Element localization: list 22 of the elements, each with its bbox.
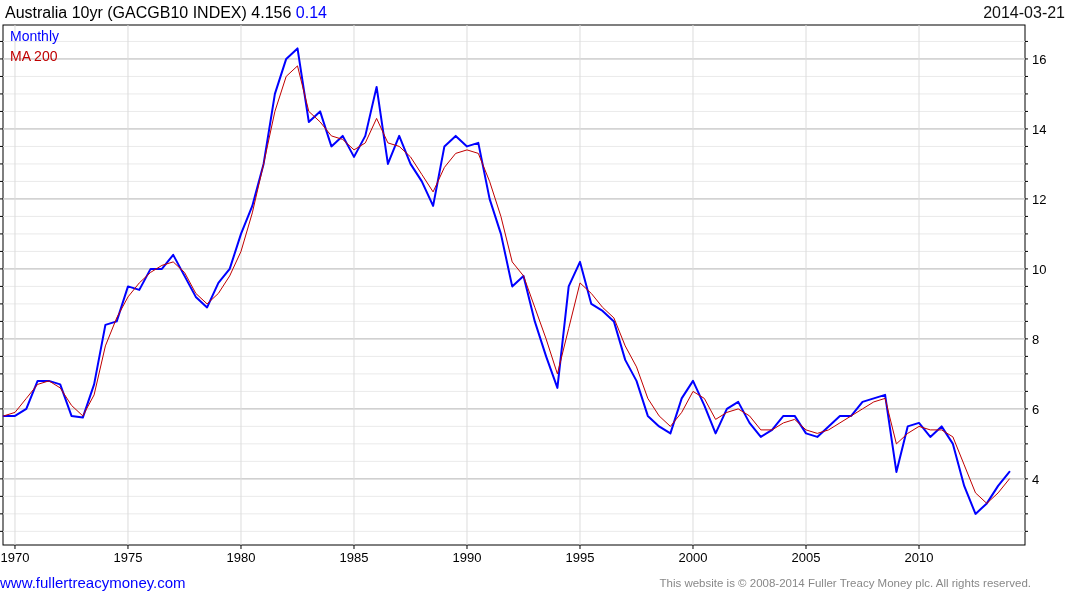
axis-label: 1970 (0, 550, 30, 565)
legend-label: Monthly (10, 28, 60, 44)
axis-label: 4 (1032, 471, 1040, 487)
axis-label: 1980 (226, 550, 256, 565)
axis-label: 14 (1032, 121, 1047, 137)
chart-title: Australia 10yr (GACGB10 INDEX) 4.156 0.14 (5, 4, 327, 22)
axis-label: 1995 (565, 550, 595, 565)
legend-label: MA 200 (10, 48, 58, 64)
axis-label: 1975 (113, 550, 143, 565)
axis-label: 16 (1032, 51, 1047, 67)
axis-label: 6 (1032, 401, 1040, 417)
axis-label: 1985 (339, 550, 369, 565)
chart-date: 2014-03-21 (983, 4, 1065, 22)
website-link[interactable]: www.fullertreacymoney.com (0, 574, 186, 591)
axis-label: 2010 (904, 550, 934, 565)
axis-label: 2000 (678, 550, 708, 565)
axis-label: 2005 (791, 550, 821, 565)
axis-label: 10 (1032, 261, 1047, 277)
axis-label: 12 (1032, 191, 1047, 207)
copyright-notice: This website is © 2008-2014 Fuller Treacy Money plc. All rights reserved. (659, 576, 1031, 589)
axis-label: 8 (1032, 331, 1040, 347)
axis-label: 1990 (452, 550, 482, 565)
